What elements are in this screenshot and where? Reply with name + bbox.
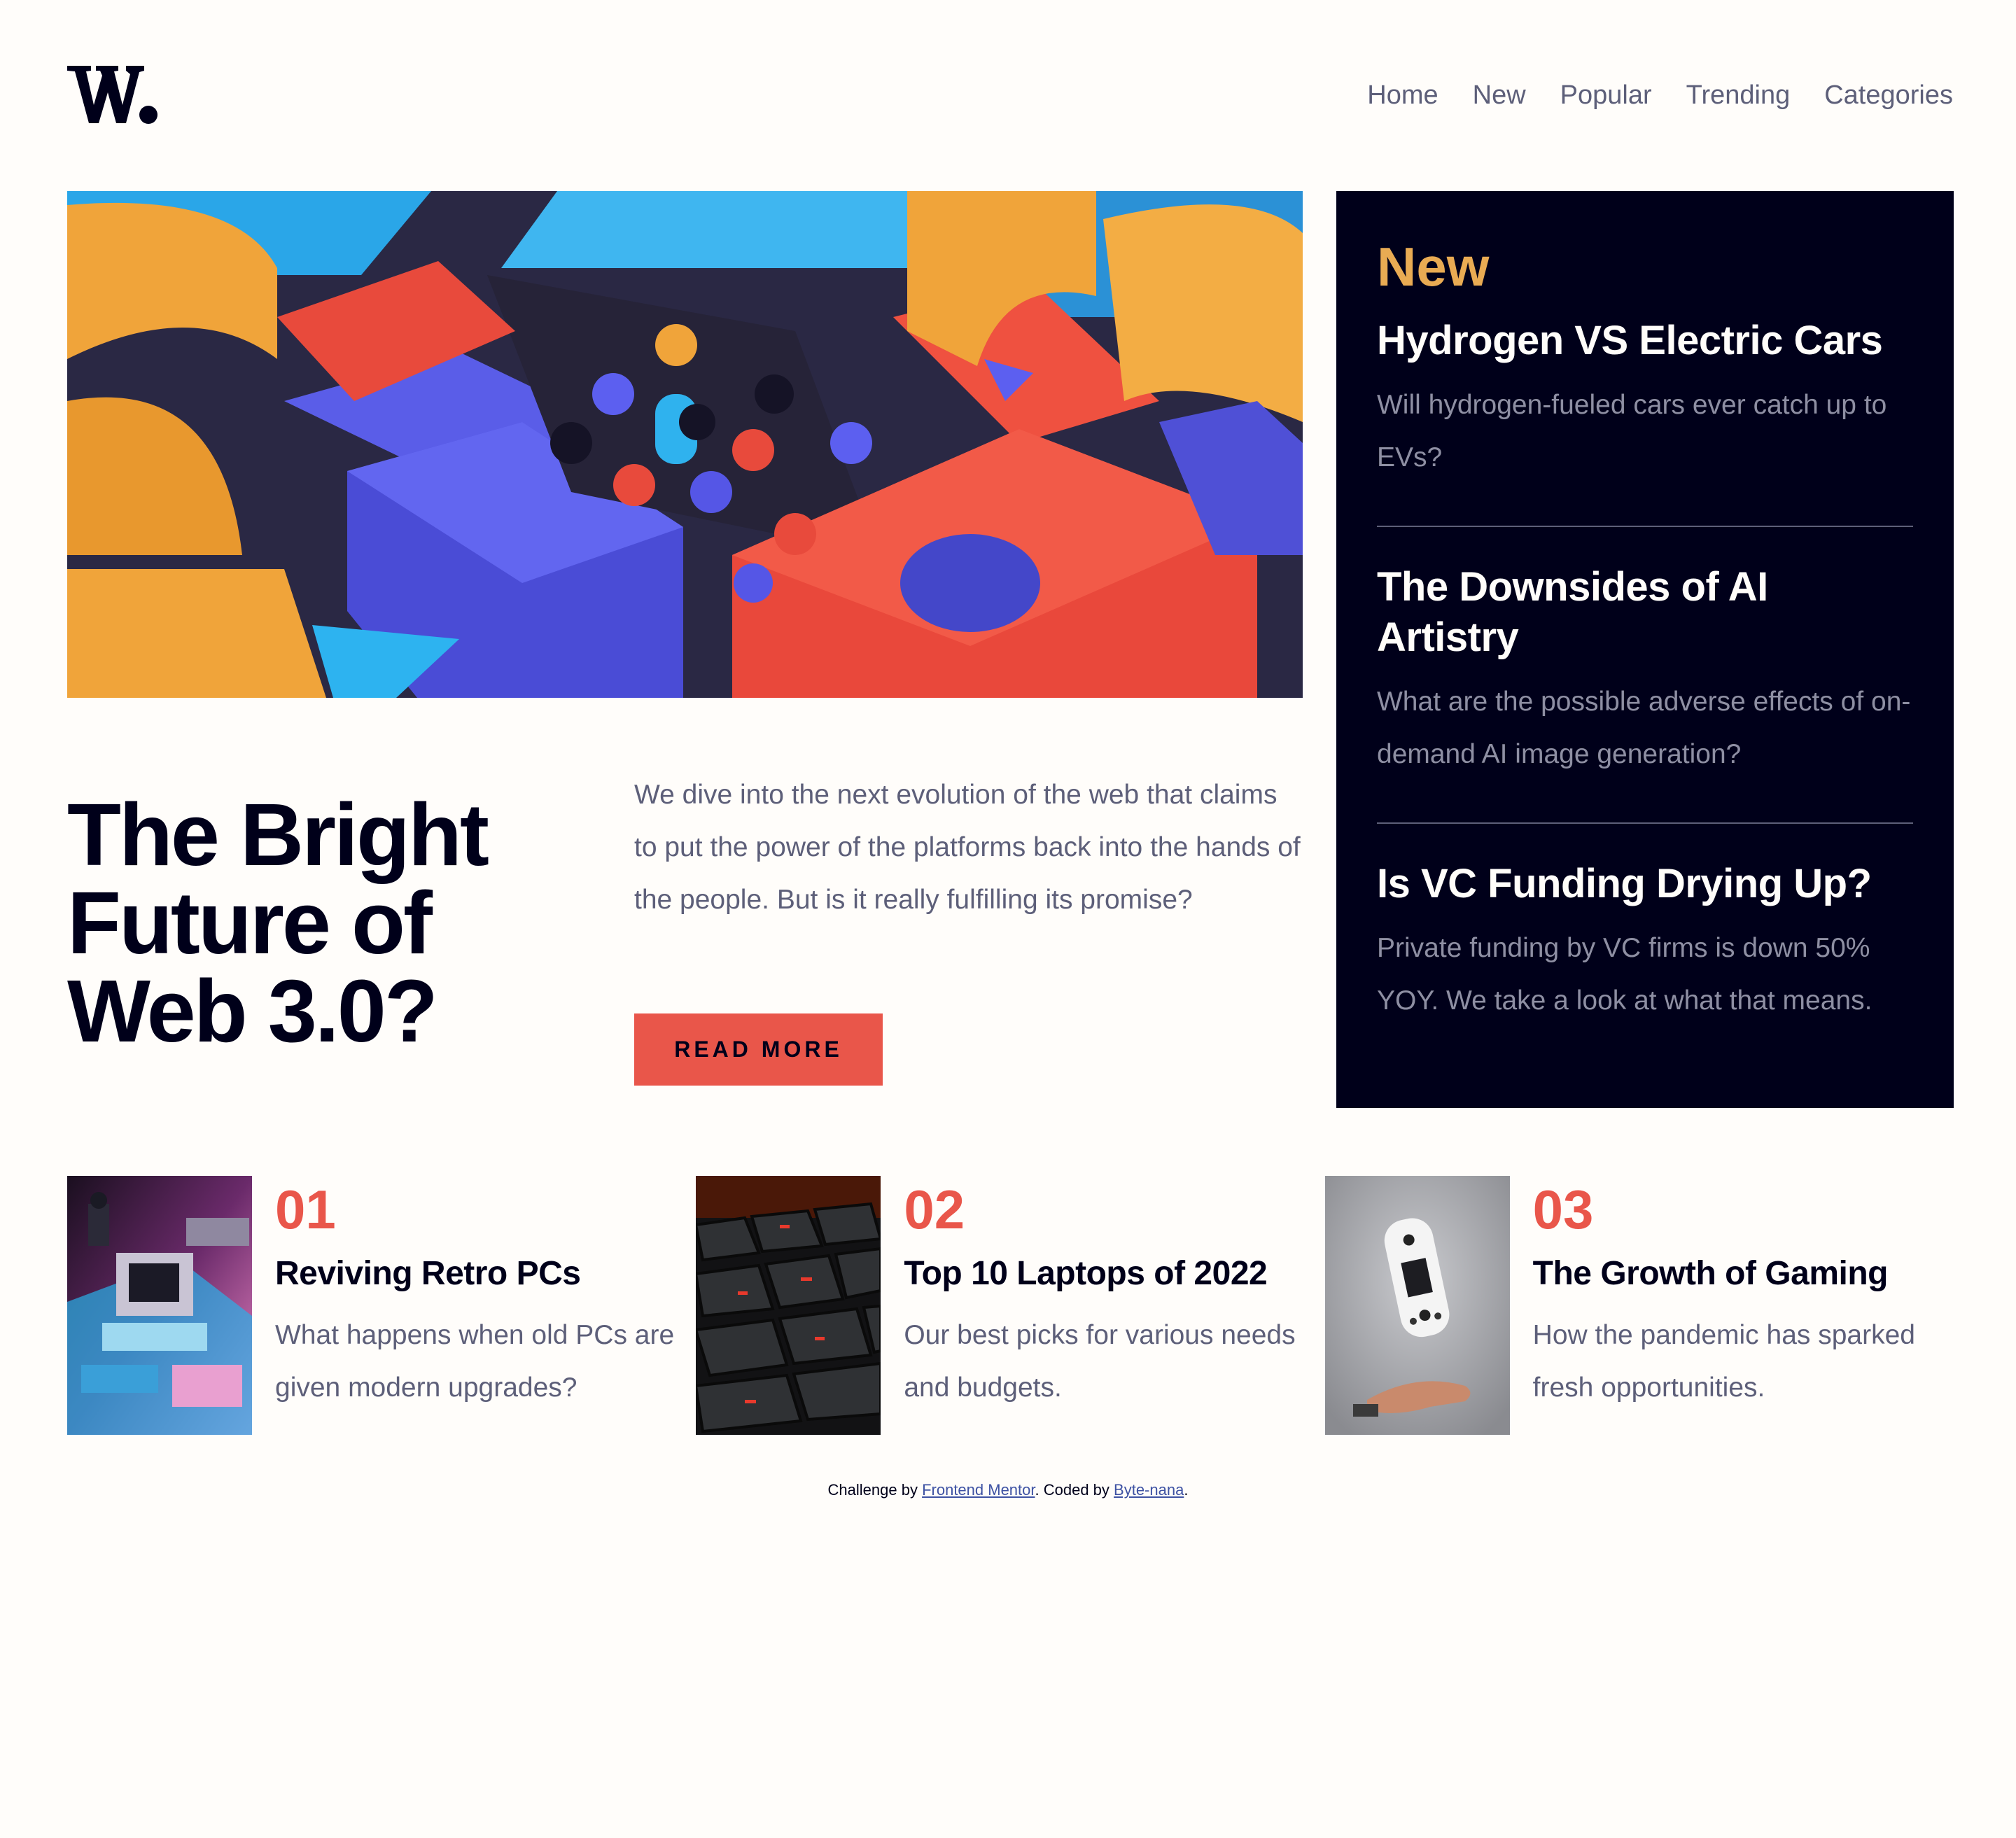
laptop-keyboard-image bbox=[696, 1176, 881, 1435]
nav-categories[interactable]: Categories bbox=[1824, 77, 1953, 113]
frontend-mentor-link[interactable]: Frontend Mentor bbox=[922, 1481, 1035, 1499]
new-item: Hydrogen VS Electric Cars Will hydrogen-… bbox=[1377, 316, 1913, 526]
nav-trending[interactable]: Trending bbox=[1686, 77, 1791, 113]
new-item-title[interactable]: The Downsides of AI Artistry bbox=[1377, 562, 1913, 663]
hero-description: We dive into the next evolution of the w… bbox=[634, 780, 1301, 915]
hero-image bbox=[67, 191, 1303, 698]
new-item-text: Will hydrogen-fueled cars ever catch up … bbox=[1377, 390, 1887, 472]
attribution-suffix: . bbox=[1184, 1481, 1189, 1499]
hero-title: The Bright Future of Web 3.0? bbox=[67, 785, 489, 1060]
nav-popular[interactable]: Popular bbox=[1560, 77, 1652, 113]
new-heading: New bbox=[1377, 236, 1490, 297]
new-item: Is VC Funding Drying Up? Private funding… bbox=[1377, 822, 1913, 1069]
new-item-text: Private funding by VC firms is down 50% … bbox=[1377, 933, 1872, 1016]
card-laptops: 02 Top 10 Laptops of 2022 Our best picks… bbox=[696, 1176, 1324, 1435]
attribution-middle: . Coded by bbox=[1035, 1481, 1114, 1499]
retro-pc-image bbox=[67, 1176, 252, 1435]
card-number: 01 bbox=[275, 1179, 336, 1240]
gaming-controller-image bbox=[1324, 1176, 1510, 1435]
card-text: How the pandemic has sparked fresh oppor… bbox=[1532, 1320, 1915, 1403]
card-body: 03 The Growth of Gaming How the pandemic… bbox=[1510, 1176, 1937, 1435]
new-item-text: What are the possible adverse effects of… bbox=[1377, 687, 1911, 769]
attribution-footer: Challenge by Frontend Mentor. Coded by B… bbox=[0, 1480, 2016, 1501]
card-title[interactable]: Top 10 Laptops of 2022 bbox=[904, 1253, 1308, 1295]
new-item-title[interactable]: Hydrogen VS Electric Cars bbox=[1377, 316, 1913, 366]
nav-home[interactable]: Home bbox=[1367, 77, 1438, 113]
author-link[interactable]: Byte-nana bbox=[1114, 1481, 1184, 1499]
w-logo-icon bbox=[67, 66, 158, 124]
read-more-button[interactable]: READ MORE bbox=[634, 1013, 883, 1086]
new-item: The Downsides of AI Artistry What are th… bbox=[1377, 526, 1913, 822]
card-body: 01 Reviving Retro PCs What happens when … bbox=[252, 1176, 679, 1435]
new-item-title[interactable]: Is VC Funding Drying Up? bbox=[1377, 859, 1913, 909]
card-retro-pcs: 01 Reviving Retro PCs What happens when … bbox=[67, 1176, 696, 1435]
attribution-prefix: Challenge by bbox=[827, 1481, 923, 1499]
card-gaming: 03 The Growth of Gaming How the pandemic… bbox=[1324, 1176, 1954, 1435]
card-text: Our best picks for various needs and bud… bbox=[904, 1320, 1296, 1403]
card-title[interactable]: Reviving Retro PCs bbox=[275, 1253, 679, 1295]
card-text: What happens when old PCs are given mode… bbox=[275, 1320, 675, 1403]
card-body: 02 Top 10 Laptops of 2022 Our best picks… bbox=[881, 1176, 1308, 1435]
main-nav: Home New Popular Trending Categories bbox=[1367, 77, 1953, 113]
card-number: 02 bbox=[904, 1179, 965, 1240]
nav-new[interactable]: New bbox=[1473, 77, 1526, 113]
new-articles-panel: New Hydrogen VS Electric Cars Will hydro… bbox=[1336, 191, 1954, 1108]
site-logo[interactable] bbox=[67, 64, 160, 125]
card-title[interactable]: The Growth of Gaming bbox=[1533, 1253, 1937, 1295]
card-number: 03 bbox=[1532, 1179, 1594, 1240]
featured-cards: 01 Reviving Retro PCs What happens when … bbox=[67, 1176, 1954, 1435]
